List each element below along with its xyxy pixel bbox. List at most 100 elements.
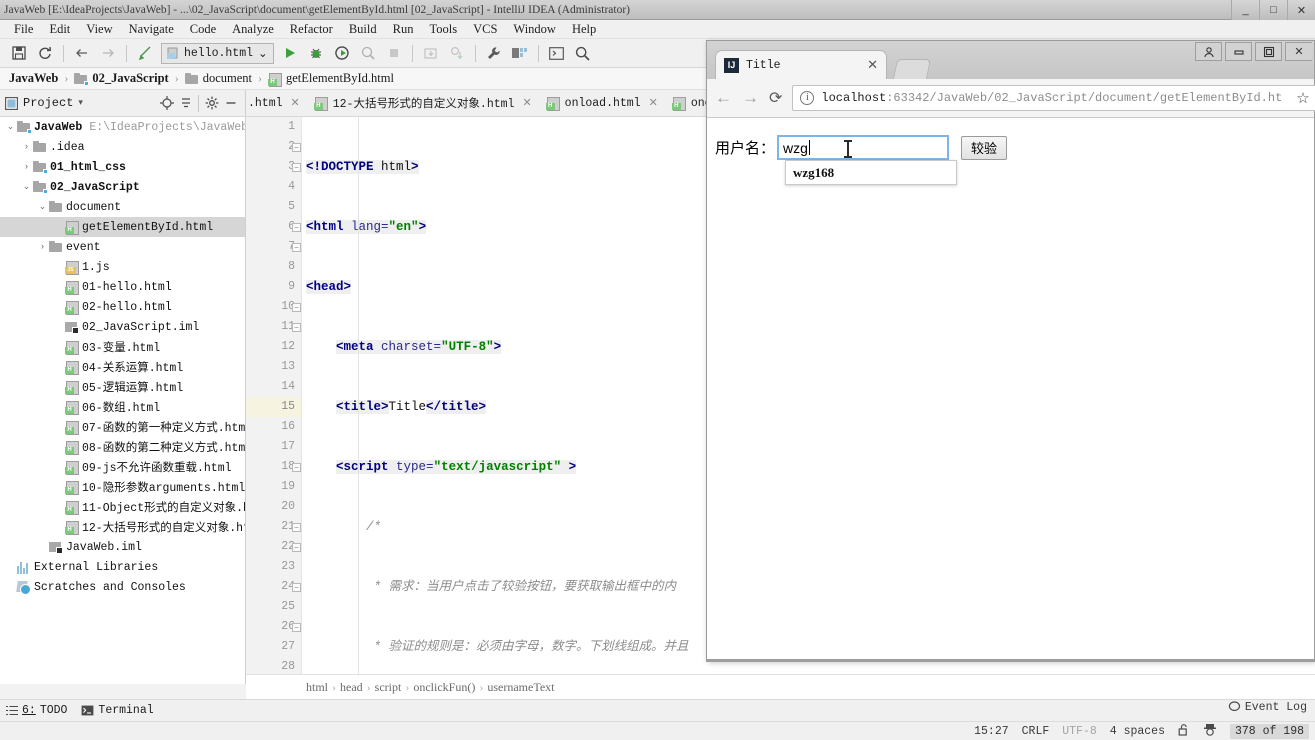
restore-icon[interactable] xyxy=(1255,42,1282,61)
tree-item[interactable]: 02-hello.html xyxy=(0,297,245,317)
menu-run[interactable]: Run xyxy=(385,21,422,38)
save-icon[interactable] xyxy=(6,41,32,65)
breadcrumb-item-project[interactable]: JavaWeb xyxy=(6,71,61,86)
indent-setting[interactable]: 4 spaces xyxy=(1110,725,1165,738)
editor-breadcrumb-item-head[interactable]: head xyxy=(340,680,363,695)
caret-position[interactable]: 15:27 xyxy=(974,725,1009,738)
unlocked-icon[interactable] xyxy=(1178,723,1190,740)
tree-item[interactable]: 05-逻辑运算.html xyxy=(0,377,245,397)
fold-toggle[interactable]: − xyxy=(292,223,301,232)
username-input[interactable]: wzg xyxy=(777,135,950,160)
editor-breadcrumb-item-script[interactable]: script xyxy=(375,680,402,695)
menu-help[interactable]: Help xyxy=(564,21,604,38)
event-log-button[interactable]: Event Log xyxy=(1228,701,1307,714)
minimize-button[interactable]: _ xyxy=(1231,0,1259,20)
tree-item[interactable]: 02_JavaScript.iml xyxy=(0,317,245,337)
tree-item[interactable]: JavaWeb.iml xyxy=(0,537,245,557)
tree-item[interactable]: 06-数组.html xyxy=(0,397,245,417)
fold-toggle[interactable]: − xyxy=(292,323,301,332)
project-structure-icon[interactable] xyxy=(507,41,533,65)
browser-tab[interactable]: IJ Title ✕ xyxy=(715,50,887,79)
sync-icon[interactable] xyxy=(32,41,58,65)
menu-vcs[interactable]: VCS xyxy=(465,21,505,38)
reload-icon[interactable]: ⟳ xyxy=(769,88,782,108)
editor-tab-0[interactable]: .html ✕ xyxy=(246,90,307,116)
tool-window-terminal[interactable]: Terminal xyxy=(81,704,154,717)
tree-expand-toggle-icon[interactable]: › xyxy=(20,162,33,172)
close-button[interactable]: ✕ xyxy=(1287,0,1315,20)
project-tree[interactable]: ⌄ JavaWeb E:\IdeaProjects\JavaWeb › .idea › 01… xyxy=(0,117,246,684)
close-icon[interactable]: ✕ xyxy=(522,96,531,110)
tree-item[interactable]: ⌄ document xyxy=(0,197,245,217)
tree-item[interactable]: 07-函数的第一种定义方式.html xyxy=(0,417,245,437)
tree-item[interactable]: › 01_html_css xyxy=(0,157,245,177)
autocomplete-dropdown[interactable]: wzg168 xyxy=(785,160,957,185)
tree-item[interactable]: getElementById.html xyxy=(0,217,245,237)
tree-expand-toggle-icon[interactable]: › xyxy=(20,142,33,152)
tree-item[interactable]: 08-函数的第二种定义方式.html xyxy=(0,437,245,457)
breadcrumb-item-folder[interactable]: document xyxy=(182,71,255,86)
commit-icon[interactable] xyxy=(444,41,470,65)
profile-icon[interactable] xyxy=(355,41,381,65)
hector-icon[interactable] xyxy=(1203,723,1217,740)
flash-icon[interactable] xyxy=(132,41,158,65)
tree-item[interactable]: 09-js不允许函数重载.html xyxy=(0,457,245,477)
tree-item[interactable]: 11-Object形式的自定义对象.ht xyxy=(0,497,245,517)
hide-panel-icon[interactable] xyxy=(221,94,240,113)
fold-toggle[interactable]: − xyxy=(292,163,301,172)
tree-item[interactable]: External Libraries xyxy=(0,557,245,577)
minimize-icon[interactable] xyxy=(1225,42,1252,61)
forward-icon[interactable]: → xyxy=(742,88,759,108)
menu-window[interactable]: Window xyxy=(505,21,564,38)
tree-item[interactable]: 03-变量.html xyxy=(0,337,245,357)
collapse-all-icon[interactable] xyxy=(176,94,195,113)
menu-build[interactable]: Build xyxy=(341,21,385,38)
editor-tab-1[interactable]: 12-大括号形式的自定义对象.html ✕ xyxy=(307,90,539,116)
menu-refactor[interactable]: Refactor xyxy=(282,21,341,38)
run-coverage-icon[interactable] xyxy=(329,41,355,65)
person-icon[interactable] xyxy=(1195,42,1222,61)
menu-code[interactable]: Code xyxy=(182,21,224,38)
fold-toggle[interactable]: − xyxy=(292,243,301,252)
chevron-down-icon[interactable]: ▾ xyxy=(78,98,83,108)
back-icon[interactable]: ← xyxy=(715,88,732,108)
tree-item[interactable]: Scratches and Consoles xyxy=(0,577,245,597)
info-icon[interactable]: i xyxy=(800,91,815,105)
tree-item[interactable]: › event xyxy=(0,237,245,257)
tree-item[interactable]: 10-隐形参数arguments.html xyxy=(0,477,245,497)
menu-navigate[interactable]: Navigate xyxy=(121,21,182,38)
breadcrumb-item-file[interactable]: getElementById.html xyxy=(265,71,397,87)
memory-indicator[interactable]: 378 of 198 xyxy=(1229,723,1309,739)
menu-file[interactable]: File xyxy=(6,21,41,38)
breadcrumb-item-module[interactable]: 02_JavaScript xyxy=(71,71,171,86)
tree-item[interactable]: ⌄ 02_JavaScript xyxy=(0,177,245,197)
close-icon[interactable]: ✕ xyxy=(649,96,658,110)
fold-toggle[interactable]: − xyxy=(292,583,301,592)
update-project-icon[interactable] xyxy=(418,41,444,65)
validate-button[interactable]: 较验 xyxy=(961,135,1008,160)
settings-gear-icon[interactable] xyxy=(202,94,221,113)
search-everywhere-icon[interactable] xyxy=(570,41,596,65)
editor-breadcrumb-item-fn[interactable]: onclickFun() xyxy=(413,680,475,695)
terminal-icon[interactable] xyxy=(544,41,570,65)
debug-icon[interactable] xyxy=(303,41,329,65)
tree-item[interactable]: › .idea xyxy=(0,137,245,157)
fold-toggle[interactable]: − xyxy=(292,463,301,472)
menu-analyze[interactable]: Analyze xyxy=(224,21,282,38)
tool-window-todo[interactable]: 6: TODO xyxy=(6,704,67,717)
menu-tools[interactable]: Tools xyxy=(421,21,465,38)
fold-toggle[interactable]: − xyxy=(292,523,301,532)
fold-toggle[interactable]: − xyxy=(292,543,301,552)
close-icon[interactable]: ✕ xyxy=(867,57,878,73)
menu-view[interactable]: View xyxy=(78,21,120,38)
tree-item[interactable]: ⌄ JavaWeb E:\IdeaProjects\JavaWeb xyxy=(0,117,245,137)
bookmark-star-icon[interactable]: ☆ xyxy=(1296,89,1309,108)
tree-item[interactable]: 12-大括号形式的自定义对象.ht xyxy=(0,517,245,537)
settings-wrench-icon[interactable] xyxy=(481,41,507,65)
browser-window[interactable]: IJ Title ✕ ✕ ← → ⟳ i localhost:63342/Jav… xyxy=(706,40,1315,660)
back-icon[interactable] xyxy=(69,41,95,65)
locate-file-icon[interactable] xyxy=(157,94,176,113)
maximize-button[interactable]: □ xyxy=(1259,0,1287,20)
run-icon[interactable] xyxy=(277,41,303,65)
tree-expand-toggle-icon[interactable]: ⌄ xyxy=(36,202,49,212)
